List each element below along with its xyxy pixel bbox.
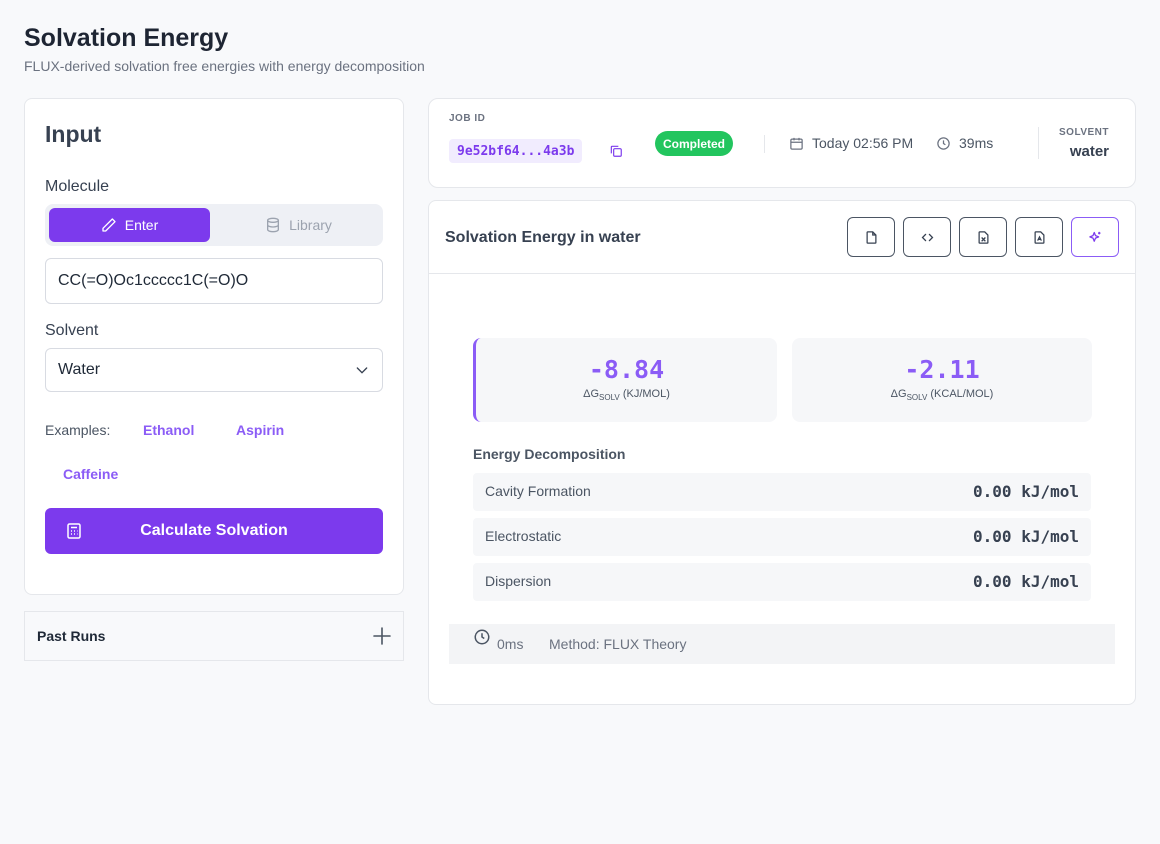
past-runs-toggle[interactable]: Past Runs [24,611,404,661]
delta-g-kj-metric: -8.84 ΔGSOLV (KJ/MOL) [473,338,777,422]
decomposition-name: Electrostatic [485,528,562,544]
example-aspirin[interactable]: Aspirin [236,422,284,438]
molecule-mode-toggle: Enter Library [45,204,383,246]
plus-icon [373,627,391,645]
decomposition-name: Cavity Formation [485,483,591,499]
spreadsheet-icon [978,230,988,244]
decomposition-row: Electrostatic 0.00 kJ/mol [473,518,1091,556]
input-title: Input [45,121,102,147]
solvent-label: Solvent [45,322,99,339]
job-timestamp: Today 02:56 PM [789,135,913,151]
chevron-down-icon [356,367,368,374]
example-ethanol[interactable]: Ethanol [143,422,194,438]
tab-enter[interactable]: Enter [49,208,210,242]
code-icon [921,233,933,241]
delta-g-kcal-value: -2.11 [904,355,980,384]
file-icon [866,230,876,244]
result-footer: 0ms Method: FLUX Theory [449,624,1115,664]
smiles-input[interactable] [45,258,383,304]
past-runs-label: Past Runs [37,628,106,644]
result-header: Solvation Energy in water [429,201,1135,274]
decomposition-name: Dispersion [485,573,552,589]
decomposition-value: 0.00 kJ/mol [973,572,1079,591]
solvent-meta-value: water [1069,143,1109,160]
page-title: Solvation Energy [24,24,229,52]
solvent-select[interactable]: Water [45,348,383,392]
divider [1038,127,1039,159]
export-pdf-button[interactable] [1015,217,1063,257]
ai-insights-button[interactable] [1071,217,1119,257]
solvent-select-value: Water [58,361,101,378]
decomposition-row: Dispersion 0.00 kJ/mol [473,563,1091,601]
calculate-button-label: Calculate Solvation [140,522,288,539]
tab-library[interactable]: Library [218,208,379,242]
footer-time: 0ms [497,636,524,652]
database-icon [267,217,280,233]
clock-icon [474,629,490,645]
calculate-button[interactable]: Calculate Solvation [45,508,383,554]
job-duration: 39ms [936,135,993,151]
divider [764,135,765,153]
copy-icon[interactable] [609,144,623,158]
tab-enter-label: Enter [124,217,159,233]
input-panel: Input Molecule Enter Library Solvent Wat… [24,98,404,595]
footer-method: Method: FLUX Theory [549,636,687,652]
decomposition-value: 0.00 kJ/mol [973,482,1079,501]
export-excel-button[interactable] [959,217,1007,257]
job-id-label: JOB ID [449,113,486,124]
status-badge: Completed [655,131,734,156]
export-file-button[interactable] [847,217,895,257]
pdf-icon [1034,230,1044,244]
delta-g-kcal-metric: -2.11 ΔGSOLV (KCAL/MOL) [792,338,1092,422]
example-caffeine[interactable]: Caffeine [63,466,118,482]
calculator-icon [67,523,81,539]
job-id: 9e52bf64...4a3b [449,139,583,163]
job-summary: JOB ID 9e52bf64...4a3b Completed Today 0… [428,98,1136,188]
calendar-icon [790,137,803,150]
result-panel: Solvation Energy in water -8.84 ΔGSOLV (… [428,200,1136,705]
job-duration-value: 39ms [959,135,994,151]
decomposition-title: Energy Decomposition [473,446,626,462]
page-subtitle: FLUX-derived solvation free energies wit… [24,58,425,74]
tab-library-label: Library [289,217,332,233]
clock-icon [937,136,950,150]
decomposition-value: 0.00 kJ/mol [973,527,1079,546]
view-code-button[interactable] [903,217,951,257]
solvent-meta-label: SOLVENT [1059,127,1109,138]
decomposition-row: Cavity Formation 0.00 kJ/mol [473,473,1091,511]
molecule-label: Molecule [45,178,110,195]
delta-g-kcal-label: ΔGSOLV (KCAL/MOL) [890,388,994,403]
delta-g-kj-label: ΔGSOLV (KJ/MOL) [583,388,670,403]
sparkles-icon [1088,231,1100,242]
job-timestamp-value: Today 02:56 PM [812,135,914,151]
delta-g-kj-value: -8.84 [588,355,665,384]
examples-label: Examples: [45,422,111,438]
pencil-icon [102,218,116,232]
result-title: Solvation Energy in water [445,229,641,246]
